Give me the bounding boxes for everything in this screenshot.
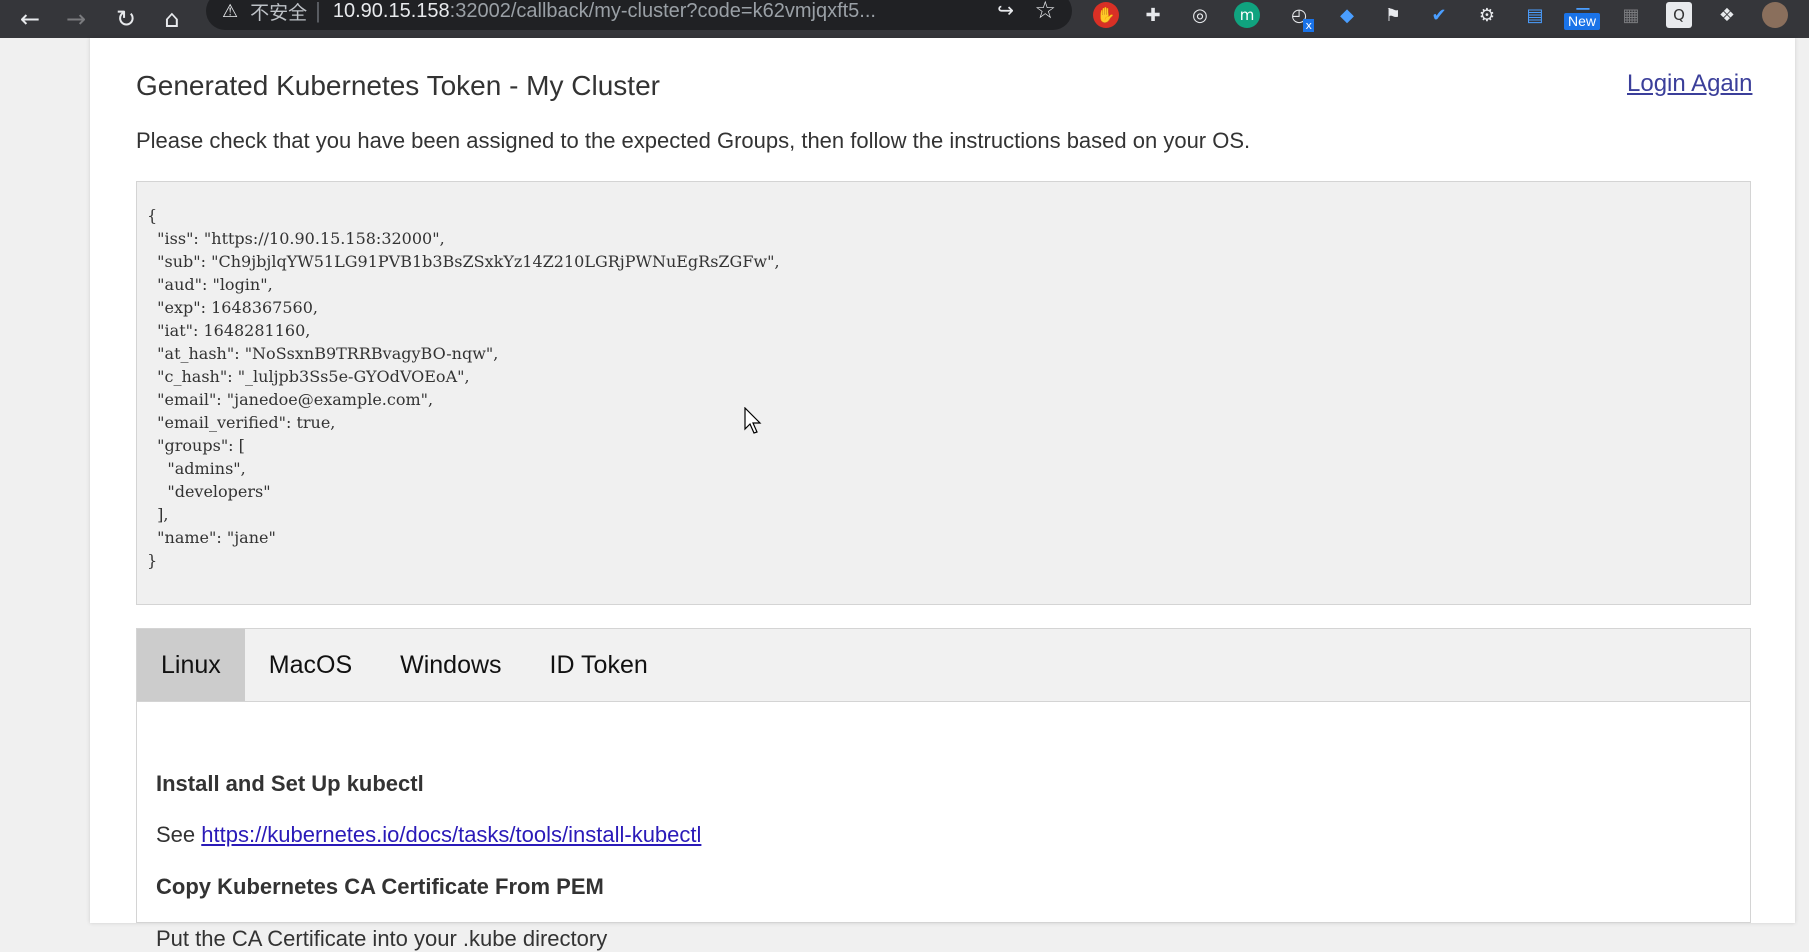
- copy-ca-text: Put the CA Certificate into your .kube d…: [156, 926, 608, 951]
- tab-panel-linux: Install and Set Up kubectl See https://k…: [136, 701, 1751, 951]
- forward-arrow-icon[interactable]: →: [56, 0, 96, 38]
- new-badge: New: [1564, 13, 1601, 30]
- warning-icon: ⚠: [222, 0, 239, 22]
- extension-glasses-icon[interactable]: ◎: [1183, 0, 1217, 30]
- bookmark-icon[interactable]: ⚑: [1376, 0, 1410, 30]
- tab-windows[interactable]: Windows: [376, 629, 525, 701]
- extension-cross-icon[interactable]: ✚: [1136, 0, 1170, 30]
- puzzle-icon[interactable]: ❖: [1710, 0, 1744, 30]
- extension-check-icon[interactable]: ✔: [1422, 0, 1456, 30]
- extension-stop-icon[interactable]: ✋: [1089, 0, 1123, 30]
- tab-macos[interactable]: MacOS: [245, 629, 376, 701]
- install-kubectl-text: See https://kubernetes.io/docs/tasks/too…: [156, 822, 702, 847]
- page-title: Generated Kubernetes Token - My Cluster: [136, 70, 660, 101]
- token-claims-box: { "iss": "https://10.90.15.158:32000", "…: [136, 181, 1751, 605]
- profile-avatar[interactable]: [1758, 0, 1792, 30]
- page-container: Generated Kubernetes Token - My Cluster …: [90, 38, 1795, 951]
- reload-icon[interactable]: ↻: [106, 0, 146, 38]
- security-label: 不安全: [250, 2, 308, 24]
- extension-grey-icon[interactable]: ▦: [1614, 0, 1648, 30]
- install-kubectl-heading: Install and Set Up kubectl: [156, 771, 424, 796]
- token-claims-json: { "iss": "https://10.90.15.158:32000", "…: [147, 206, 780, 570]
- mouse-cursor-icon: [744, 407, 762, 434]
- tab-id-token[interactable]: ID Token: [526, 629, 672, 701]
- extension-pin-icon[interactable]: ◆: [1330, 0, 1364, 30]
- url-text[interactable]: 10.90.15.158:32002/callback/my-cluster?c…: [333, 0, 953, 23]
- back-arrow-icon[interactable]: ←: [10, 0, 50, 38]
- extension-gear-icon[interactable]: ⚙: [1470, 0, 1504, 30]
- home-icon[interactable]: ⌂: [152, 0, 192, 38]
- extension-clock-icon[interactable]: ◴ x: [1282, 0, 1316, 32]
- separator: |: [315, 0, 321, 23]
- share-icon[interactable]: ↪: [997, 0, 1014, 22]
- copy-ca-heading: Copy Kubernetes CA Certificate From PEM: [156, 874, 604, 899]
- address-bar[interactable]: ⚠ 不安全 | 10.90.15.158:32002/callback/my-c…: [206, 0, 1072, 30]
- login-again-link[interactable]: Login Again: [1627, 70, 1795, 98]
- instructions-text: Please check that you have been assigned…: [136, 128, 1251, 153]
- star-icon[interactable]: ☆: [1034, 0, 1056, 24]
- extension-m-icon[interactable]: m: [1230, 0, 1264, 30]
- kubectl-docs-link[interactable]: https://kubernetes.io/docs/tasks/tools/i…: [201, 822, 701, 847]
- extension-q-icon[interactable]: Q: [1662, 0, 1696, 30]
- extension-doc-icon[interactable]: ▤: [1518, 0, 1552, 30]
- os-tabs: Linux MacOS Windows ID Token: [136, 628, 1751, 702]
- browser-toolbar: ← → ↻ ⌂ ⚠ 不安全 | 10.90.15.158:32002/callb…: [0, 0, 1809, 38]
- tab-linux[interactable]: Linux: [137, 629, 245, 701]
